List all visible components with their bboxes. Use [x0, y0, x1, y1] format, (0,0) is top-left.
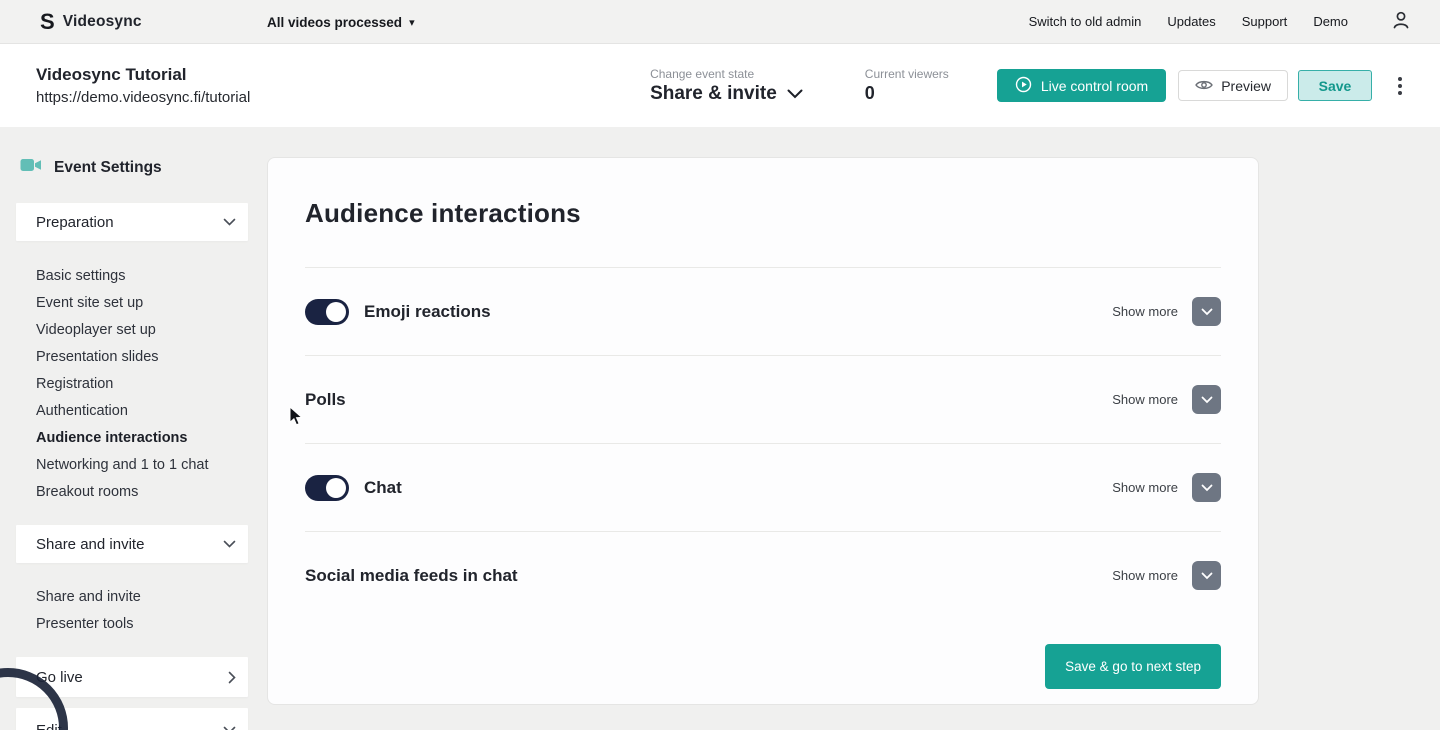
chevron-down-icon: [1201, 568, 1213, 583]
row-actions: Show more: [1112, 561, 1221, 590]
show-more-label[interactable]: Show more: [1112, 480, 1178, 495]
show-more-label[interactable]: Show more: [1112, 304, 1178, 319]
play-circle-icon: [1015, 76, 1032, 96]
user-account-button[interactable]: [1390, 9, 1412, 34]
content-area: Event Settings Preparation Basic setting…: [0, 127, 1440, 730]
user-icon: [1390, 9, 1412, 34]
videos-status-label: All videos processed: [267, 14, 403, 30]
feature-row-emoji-reactions: Emoji reactions Show more: [305, 268, 1221, 356]
event-settings-title: Event Settings: [54, 158, 162, 176]
eye-icon: [1195, 78, 1214, 94]
link-support[interactable]: Support: [1242, 14, 1288, 29]
toggle-knob: [326, 477, 346, 498]
chevron-down-icon: [223, 540, 236, 548]
show-more-label[interactable]: Show more: [1112, 392, 1178, 407]
event-state-block: Change event state Share & invite: [650, 67, 803, 105]
preparation-label: Preparation: [36, 213, 114, 231]
feature-row-chat: Chat Show more: [305, 444, 1221, 532]
sidebar-section-preparation[interactable]: Preparation: [16, 203, 248, 241]
event-state-label: Change event state: [650, 66, 755, 81]
sidebar-item-breakout-rooms[interactable]: Breakout rooms: [16, 478, 248, 505]
row-actions: Show more: [1112, 297, 1221, 326]
save-button[interactable]: Save: [1298, 70, 1372, 101]
event-header: Videosync Tutorial https://demo.videosyn…: [0, 44, 1440, 127]
toggle-knob: [326, 301, 346, 322]
sidebar-item-authentication[interactable]: Authentication: [16, 397, 248, 424]
dropdown-caret-icon: ▾: [409, 16, 415, 29]
sidebar-item-presenter-tools[interactable]: Presenter tools: [16, 610, 248, 637]
feature-label: Social media feeds in chat: [305, 565, 518, 585]
event-title: Videosync Tutorial: [36, 65, 187, 84]
videos-status-dropdown[interactable]: All videos processed ▾: [267, 0, 415, 44]
sidebar-item-videoplayer-set-up[interactable]: Videoplayer set up: [16, 316, 248, 343]
card-title-block: Audience interactions: [305, 158, 1221, 268]
page-title: Audience interactions: [305, 198, 581, 228]
live-control-room-label: Live control room: [1040, 77, 1149, 94]
card-footer: Save & go to next step: [305, 619, 1221, 704]
chevron-down-icon: [1201, 480, 1213, 495]
sidebar-item-registration[interactable]: Registration: [16, 370, 248, 397]
brand-name: Videosync: [62, 12, 142, 30]
emoji-reactions-toggle[interactable]: [305, 298, 349, 325]
event-header-actions: Change event state Share & invite Curren…: [650, 67, 1406, 105]
share-invite-items: Share and invite Presenter tools: [16, 583, 248, 637]
videosync-admin-screen: S Videosync All videos processed ▾ Switc…: [0, 0, 1440, 730]
chevron-down-icon: [1201, 392, 1213, 407]
show-more-label[interactable]: Show more: [1112, 568, 1178, 583]
row-actions: Show more: [1112, 385, 1221, 414]
link-demo[interactable]: Demo: [1313, 14, 1348, 29]
topnav: Switch to old admin Updates Support Demo: [1029, 9, 1412, 34]
show-more-chevron-button[interactable]: [1192, 561, 1221, 590]
sidebar-item-basic-settings[interactable]: Basic settings: [16, 262, 248, 289]
chevron-down-icon: [1201, 304, 1213, 319]
topbar: S Videosync All videos processed ▾ Switc…: [0, 0, 1440, 44]
brand-home-link[interactable]: S Videosync: [40, 8, 142, 34]
audience-interactions-card: Audience interactions Emoji reactions Sh…: [267, 157, 1259, 705]
preview-label: Preview: [1221, 77, 1271, 94]
show-more-chevron-button[interactable]: [1192, 473, 1221, 502]
sidebar-item-presentation-slides[interactable]: Presentation slides: [16, 343, 248, 370]
row-actions: Show more: [1112, 473, 1221, 502]
chevron-right-icon: [228, 671, 236, 684]
chevron-down-icon: [223, 218, 236, 226]
sidebar-item-networking-1to1-chat[interactable]: Networking and 1 to 1 chat: [16, 451, 248, 478]
event-state-value: Share & invite: [650, 82, 777, 104]
event-identity: Videosync Tutorial https://demo.videosyn…: [36, 65, 250, 106]
video-camera-icon: [20, 157, 42, 178]
preview-button[interactable]: Preview: [1178, 70, 1288, 101]
link-switch-to-old-admin[interactable]: Switch to old admin: [1029, 14, 1142, 29]
show-more-chevron-button[interactable]: [1192, 297, 1221, 326]
chevron-down-icon: [787, 83, 803, 105]
kebab-menu-icon[interactable]: [1394, 73, 1406, 99]
sidebar-item-audience-interactions[interactable]: Audience interactions: [16, 424, 248, 451]
show-more-chevron-button[interactable]: [1192, 385, 1221, 414]
save-and-next-step-button[interactable]: Save & go to next step: [1045, 644, 1221, 689]
sidebar: Event Settings Preparation Basic setting…: [16, 127, 248, 730]
current-viewers-count: 0: [864, 83, 875, 103]
event-state-dropdown[interactable]: Share & invite: [650, 83, 803, 105]
feature-label: Emoji reactions: [364, 301, 491, 321]
chevron-down-icon: [223, 726, 236, 730]
share-and-invite-label: Share and invite: [36, 535, 145, 553]
sidebar-section-share-and-invite[interactable]: Share and invite: [16, 525, 248, 563]
event-settings-header: Event Settings: [20, 157, 162, 178]
preparation-items: Basic settings Event site set up Videopl…: [16, 262, 248, 505]
current-viewers-block: Current viewers 0: [865, 67, 949, 104]
feature-label: Polls: [305, 389, 346, 409]
event-url[interactable]: https://demo.videosync.fi/tutorial: [36, 89, 250, 106]
sidebar-item-share-and-invite[interactable]: Share and invite: [16, 583, 248, 610]
current-viewers-label: Current viewers: [864, 67, 949, 81]
live-control-room-button[interactable]: Live control room: [996, 69, 1167, 102]
feature-label: Chat: [364, 477, 402, 497]
feature-row-social-media-feeds: Social media feeds in chat Show more: [305, 532, 1221, 619]
feature-row-polls: Polls Show more: [305, 356, 1221, 444]
videosync-logo-icon: S: [40, 8, 55, 34]
chat-toggle[interactable]: [305, 474, 349, 501]
link-updates[interactable]: Updates: [1167, 14, 1215, 29]
sidebar-item-event-site-set-up[interactable]: Event site set up: [16, 289, 248, 316]
